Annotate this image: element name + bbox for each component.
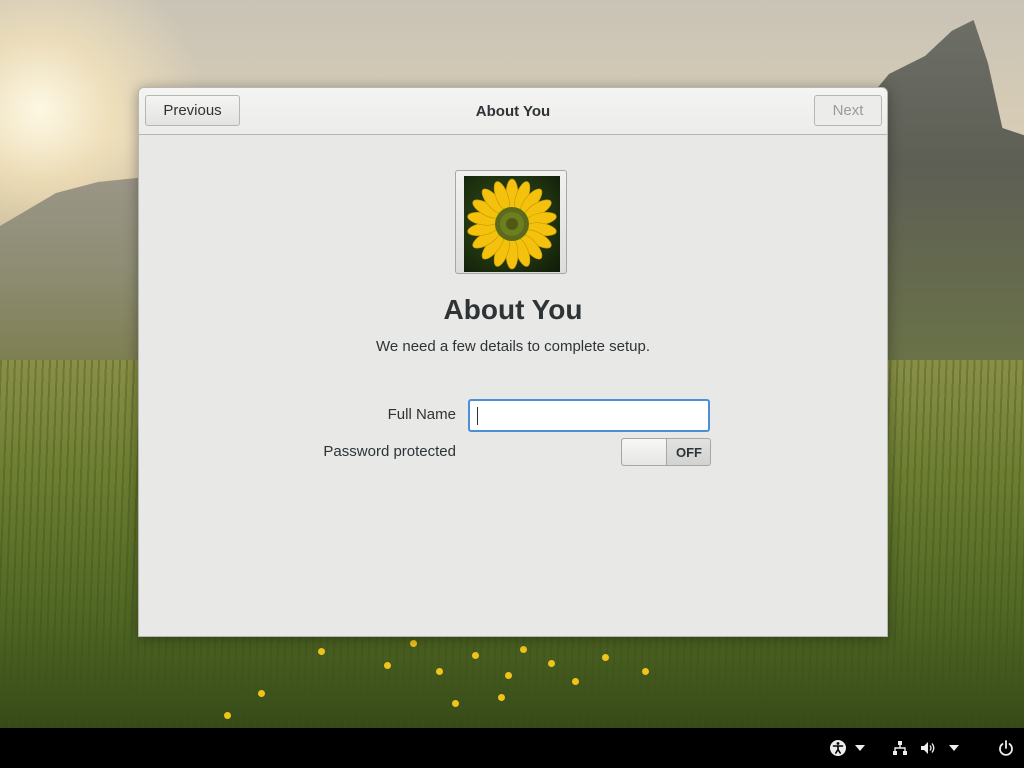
flower [410,640,417,647]
flower [572,678,579,685]
network-icon-svg [893,741,907,755]
switch-state-label: OFF [676,444,702,460]
full-name-input[interactable] [468,399,710,432]
flower [505,672,512,679]
flower [472,652,479,659]
flower [498,694,505,701]
header-bar: Previous About You Next [139,88,887,135]
about-you-dialog: Previous About You Next About You We nee… [138,87,888,637]
accessibility-icon-svg [830,740,846,756]
flower [318,648,325,655]
flower [452,700,459,707]
switch-knob[interactable] [622,439,667,465]
flower [384,662,391,669]
flower [520,646,527,653]
network-icon[interactable] [890,738,910,758]
header-title: About You [475,102,551,120]
avatar-button[interactable] [455,170,567,274]
chevron-down-icon-svg [949,745,959,751]
full-name-label: Full Name [387,406,456,423]
page-title: About You [443,294,583,325]
page-subtitle: We need a few details to complete setup. [375,338,651,355]
password-protected-label: Password protected [323,443,456,460]
flower [602,654,609,661]
password-protected-switch[interactable]: OFF [621,438,711,466]
previous-button[interactable]: Previous [145,95,240,126]
chevron-down-icon[interactable] [946,738,962,758]
flower [436,668,443,675]
accessibility-icon[interactable] [828,738,848,758]
sunflower-icon [467,178,557,270]
flower [224,712,231,719]
next-button[interactable]: Next [814,95,882,126]
chevron-down-icon[interactable] [852,738,868,758]
chevron-down-icon-svg [855,745,865,751]
flower [548,660,555,667]
flower [642,668,649,675]
power-icon[interactable] [996,738,1016,758]
sunflower-avatar-icon [464,176,560,272]
text-caret [477,407,478,425]
power-icon-svg [999,740,1013,756]
volume-icon[interactable] [918,738,938,758]
volume-icon-svg [921,742,935,754]
bottom-panel [0,728,1024,768]
flower [258,690,265,697]
desktop-wallpaper: Previous About You Next About You We nee… [0,0,1024,768]
